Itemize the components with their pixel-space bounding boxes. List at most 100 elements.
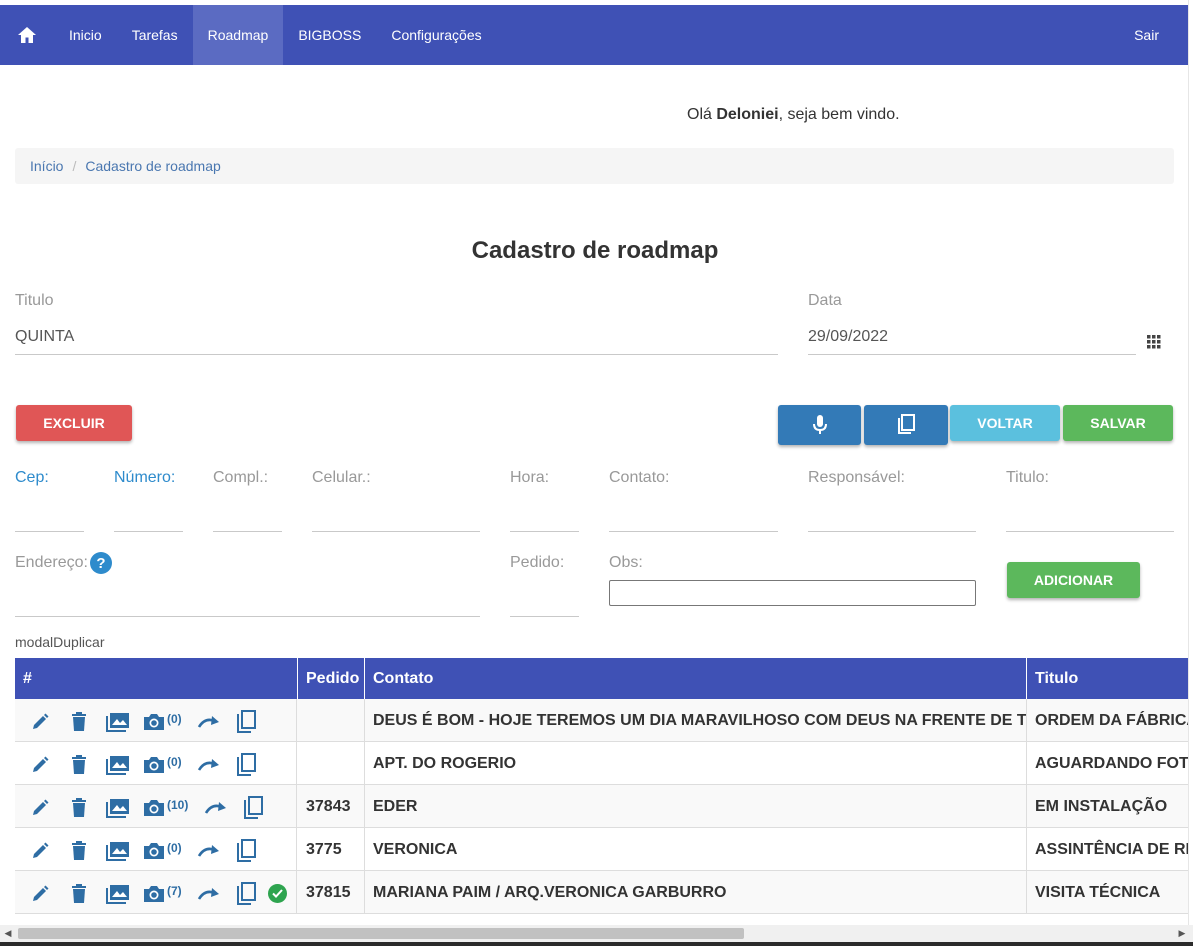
titulo-input[interactable]: QUINTA [15, 328, 74, 346]
hora-label: Hora: [510, 469, 550, 486]
gallery-icon[interactable] [105, 797, 131, 819]
delete-trash-icon[interactable] [68, 797, 90, 819]
camera-icon[interactable] [143, 840, 165, 862]
delete-trash-icon[interactable] [68, 883, 90, 905]
titulo-cell: VISITA TÉCNICA [1035, 883, 1161, 901]
row-actions: (0) [15, 742, 297, 785]
data-input[interactable]: 29/09/2022 [808, 328, 888, 346]
camera-icon[interactable] [143, 754, 165, 776]
edit-pencil-icon[interactable] [29, 711, 51, 733]
duplicate-copy-icon[interactable] [235, 753, 257, 776]
cep-input[interactable] [15, 531, 84, 532]
celular-input[interactable] [312, 531, 480, 532]
duplicate-button[interactable] [864, 405, 948, 445]
horizontal-scroll-thumb[interactable] [18, 928, 744, 939]
nav-tarefas[interactable]: Tarefas [117, 5, 193, 65]
bottom-edge [0, 942, 1193, 946]
row-actions: (10) [15, 785, 297, 828]
titulo-label: Titulo [15, 292, 54, 309]
endereco-label: Endereço: [15, 554, 88, 571]
table-row: (0) 3775VERONICA ASSINTÊNCIA DE RE... [15, 828, 1190, 871]
breadcrumb-home[interactable]: Início [30, 158, 63, 174]
celular-label: Celular.: [312, 469, 371, 486]
compl-input[interactable] [213, 531, 282, 532]
logout-link[interactable]: Sair [1119, 5, 1188, 65]
delete-trash-icon[interactable] [68, 840, 90, 862]
salvar-button[interactable]: SALVAR [1063, 405, 1173, 441]
user-name: Deloniei [716, 106, 779, 123]
nav-roadmap[interactable]: Roadmap [192, 5, 284, 65]
duplicate-copy-icon[interactable] [242, 796, 264, 819]
home-icon[interactable] [0, 5, 54, 65]
col-pedido[interactable]: Pedido [298, 658, 365, 699]
obs-input[interactable] [609, 580, 976, 606]
camera-icon[interactable] [143, 797, 165, 819]
endereco-input[interactable] [15, 616, 480, 617]
responsavel-input[interactable] [808, 531, 976, 532]
forward-redo-icon[interactable] [196, 840, 222, 862]
pedido-cell: 3775 [298, 828, 365, 871]
breadcrumb-current[interactable]: Cadastro de roadmap [85, 158, 220, 174]
titulo-field-input[interactable] [1006, 531, 1174, 532]
photo-count: (10) [167, 798, 189, 812]
edit-pencil-icon[interactable] [29, 883, 51, 905]
voltar-button[interactable]: VOLTAR [950, 405, 1060, 441]
titulo-cell: AGUARDANDO FOTO [1035, 754, 1190, 772]
forward-redo-icon[interactable] [196, 883, 222, 905]
delete-trash-icon[interactable] [68, 711, 90, 733]
col-contato[interactable]: Contato [365, 658, 1027, 699]
adicionar-button[interactable]: ADICIONAR [1007, 562, 1140, 598]
edit-pencil-icon[interactable] [29, 797, 51, 819]
pedido-cell: 37815 [298, 871, 365, 914]
table-row: (0) DEUS É BOM - HOJE TEREMOS UM DIA MARA… [15, 699, 1190, 742]
nav-inicio[interactable]: Inicio [54, 5, 117, 65]
delete-trash-icon[interactable] [68, 754, 90, 776]
table-row: (10) 37843 EDER EM INSTALAÇÃO [15, 785, 1190, 828]
gallery-icon[interactable] [105, 754, 131, 776]
edit-pencil-icon[interactable] [29, 754, 51, 776]
top-navbar: Inicio Tarefas Roadmap BIGBOSS Configura… [0, 5, 1188, 65]
calendar-grid-icon[interactable] [1147, 335, 1161, 354]
greeting-prefix: Olá [687, 106, 717, 123]
col-titulo[interactable]: Titulo [1027, 658, 1190, 699]
gallery-icon[interactable] [105, 711, 131, 733]
camera-icon[interactable] [143, 883, 165, 905]
gallery-icon[interactable] [105, 840, 131, 862]
photo-count: (0) [167, 841, 182, 855]
titulo-underline [15, 354, 778, 355]
pedido-cell [298, 699, 365, 742]
hora-input[interactable] [510, 531, 579, 532]
forward-redo-icon[interactable] [203, 797, 229, 819]
table-row: (0) APT. DO ROGERIO AGUARDANDO FOTO [15, 742, 1190, 785]
pedido-label: Pedido: [510, 554, 565, 571]
camera-icon[interactable] [143, 711, 165, 733]
help-icon[interactable]: ? [90, 552, 112, 574]
contato-input[interactable] [609, 531, 778, 532]
vertical-scrollbar[interactable] [1188, 0, 1193, 946]
data-underline [808, 354, 1136, 355]
gallery-icon[interactable] [105, 883, 131, 905]
pedido-input[interactable] [510, 616, 579, 617]
excluir-button[interactable]: EXCLUIR [16, 405, 132, 441]
nav-configuracoes[interactable]: Configurações [376, 5, 496, 65]
duplicate-copy-icon[interactable] [235, 710, 257, 733]
titulo-cell: ORDEM DA FÁBRICA [1035, 711, 1190, 729]
scroll-right-arrow-icon[interactable]: ▶ [1176, 925, 1188, 942]
nav-bigboss[interactable]: BIGBOSS [283, 5, 376, 65]
breadcrumb: Início / Cadastro de roadmap [15, 148, 1174, 184]
photo-count: (7) [167, 884, 182, 898]
numero-input[interactable] [114, 531, 183, 532]
duplicate-copy-icon[interactable] [235, 882, 257, 905]
scroll-left-arrow-icon[interactable]: ◀ [2, 925, 14, 942]
row-actions: (0) [15, 699, 297, 742]
titulo-cell: ASSINTÊNCIA DE RE... [1035, 840, 1190, 858]
pedido-cell [298, 742, 365, 785]
obs-label: Obs: [609, 554, 643, 571]
edit-pencil-icon[interactable] [29, 840, 51, 862]
microphone-button[interactable] [778, 405, 861, 445]
data-label: Data [808, 292, 842, 309]
forward-redo-icon[interactable] [196, 711, 222, 733]
duplicate-copy-icon[interactable] [235, 839, 257, 862]
forward-redo-icon[interactable] [196, 754, 222, 776]
titulo-field-label: Titulo: [1006, 469, 1049, 486]
